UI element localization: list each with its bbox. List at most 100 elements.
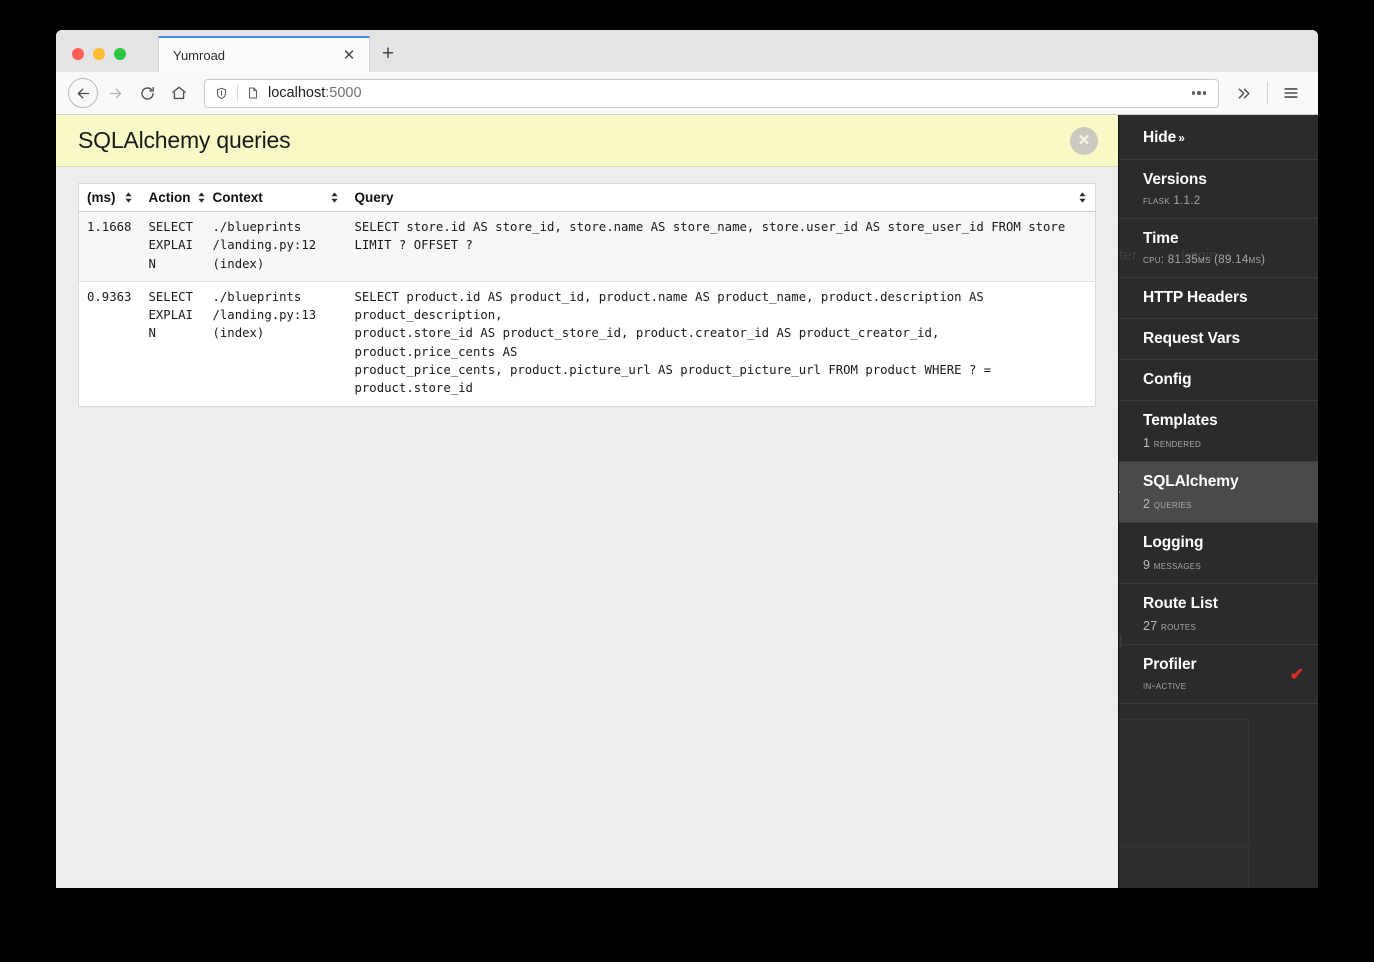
tab-title: Yumroad — [173, 47, 226, 63]
sidebar-item-label: Request Vars — [1143, 330, 1241, 347]
sidebar-item-count: 2 — [1143, 497, 1151, 511]
sidebar-item-label: Templates — [1143, 412, 1218, 429]
sidebar-item-label: Time — [1143, 230, 1179, 247]
checkmark-icon: ✔ — [1289, 664, 1304, 684]
sidebar-item-sqlalchemy[interactable]: SQLAlchemy 2 queries — [1119, 462, 1318, 523]
column-header-query[interactable]: Query — [346, 183, 1096, 212]
page-viewport: SQLAlchemy queries ✕ (ms) Action Context… — [56, 115, 1318, 888]
close-panel-button[interactable]: ✕ — [1070, 126, 1098, 155]
page-document-icon — [246, 86, 260, 100]
sort-toggle-icon[interactable] — [124, 192, 133, 203]
sidebar-item-label: Hide — [1143, 129, 1177, 146]
column-header-context[interactable]: Context — [204, 183, 347, 212]
cell-ms: 1.1668 — [78, 211, 141, 282]
column-header-ms[interactable]: (ms) — [78, 183, 141, 212]
column-label: Action — [148, 190, 191, 205]
toolbar-divider — [1267, 82, 1268, 104]
sidebar-item-unit: messages — [1153, 560, 1202, 572]
page-title: SQLAlchemy queries — [78, 127, 291, 153]
cell-action: SELECT EXPLAIN — [140, 211, 205, 282]
column-label: Query — [354, 190, 394, 205]
column-label: (ms) — [87, 190, 116, 205]
sidebar-item-sub: 9 messages — [1143, 558, 1304, 572]
browser-toolbar: localhost:5000 — [56, 72, 1318, 115]
sidebar-item-sub: Flask 1.1.2 — [1143, 195, 1201, 207]
forward-button[interactable] — [100, 78, 130, 108]
sidebar-item-sub: in-active — [1143, 680, 1187, 692]
minimize-window-button[interactable] — [93, 48, 105, 60]
cell-ms: 0.9363 — [78, 280, 141, 407]
reload-button[interactable] — [132, 78, 162, 108]
sidebar-item-sub: 1 rendered — [1143, 436, 1304, 450]
cell-context: ./blueprints /landing.py:13 (index) — [204, 280, 347, 407]
browser-tab-yumroad[interactable]: Yumroad ✕ — [158, 36, 370, 72]
home-button[interactable] — [164, 78, 194, 108]
sort-toggle-icon[interactable] — [197, 192, 206, 203]
close-icon: ✕ — [1077, 132, 1091, 149]
cell-action: SELECT EXPLAIN — [140, 280, 205, 407]
sidebar-item-templates[interactable]: Templates 1 rendered — [1119, 401, 1318, 462]
table-body: 1.1668 SELECT EXPLAIN ./blueprints /land… — [78, 211, 1096, 407]
column-label: Context — [212, 190, 263, 205]
sidebar-item-unit: rendered — [1153, 438, 1202, 450]
chevron-right-icon: » — [1178, 131, 1185, 145]
cell-query: SELECT store.id AS store_id, store.name … — [346, 211, 1096, 282]
window-traffic-lights — [72, 48, 126, 60]
sidebar-item-unit: queries — [1153, 499, 1192, 511]
sidebar-item-unit: routes — [1161, 621, 1197, 633]
close-window-button[interactable] — [72, 48, 84, 60]
underlying-page-card-bleed-1 — [1119, 719, 1249, 846]
back-button[interactable] — [68, 78, 98, 108]
url-port: :5000 — [325, 85, 362, 101]
sort-toggle-icon[interactable] — [330, 192, 339, 203]
sidebar-item-route-list[interactable]: Route List 27 routes — [1119, 584, 1318, 645]
sidebar-item-label: Config — [1143, 371, 1192, 388]
debug-panel-header: SQLAlchemy queries ✕ — [56, 115, 1118, 167]
column-header-action[interactable]: Action — [140, 183, 206, 212]
sidebar-item-config[interactable]: Config — [1119, 360, 1318, 401]
url-host: localhost — [268, 85, 326, 101]
sidebar-item-label: Versions — [1143, 171, 1207, 188]
table-row[interactable]: 0.9363 SELECT EXPLAIN ./blueprints /land… — [78, 280, 1096, 407]
sidebar-item-sub: 2 queries — [1143, 497, 1304, 511]
sidebar-item-label: Profiler — [1143, 656, 1197, 673]
table-head: (ms) Action Context Query — [78, 183, 1096, 212]
urlbar-divider — [237, 84, 238, 102]
underlying-page-card-bleed-2 — [1119, 847, 1249, 888]
browser-tab-strip: Yumroad ✕ + — [56, 30, 1318, 72]
sidebar-item-time[interactable]: Time CPU: 81.35ms (89.14ms) — [1119, 219, 1318, 278]
sidebar-item-count: 27 — [1143, 619, 1158, 633]
sidebar-item-label: Logging — [1143, 534, 1204, 551]
cell-query: SELECT product.id AS product_id, product… — [346, 280, 1096, 407]
sidebar-item-label: SQLAlchemy — [1143, 473, 1239, 490]
sidebar-item-hide[interactable]: Hide» — [1119, 115, 1318, 160]
hamburger-menu-icon[interactable] — [1276, 78, 1306, 108]
tab-close-icon[interactable]: ✕ — [339, 45, 359, 65]
sidebar-item-profiler[interactable]: Profiler in-active ✔ — [1119, 645, 1318, 704]
sidebar-item-versions[interactable]: Versions Flask 1.1.2 — [1119, 160, 1318, 219]
debug-panel-body: (ms) Action Context Query 1.1668 SELECT … — [56, 167, 1118, 407]
cell-context: ./blueprints /landing.py:12 (index) — [204, 211, 347, 282]
sidebar-item-label: HTTP Headers — [1143, 289, 1248, 306]
shield-icon — [214, 86, 229, 101]
address-bar[interactable]: localhost:5000 — [204, 78, 1219, 108]
sidebar-item-http-headers[interactable]: HTTP Headers — [1119, 278, 1318, 319]
sqlalchemy-queries-table: (ms) Action Context Query 1.1668 SELECT … — [78, 183, 1096, 407]
sidebar-item-label: Route List — [1143, 595, 1218, 612]
table-row[interactable]: 1.1668 SELECT EXPLAIN ./blueprints /land… — [78, 211, 1096, 282]
browser-window: Yumroad ✕ + localhost:5000 SQLAlchemy qu… — [56, 30, 1318, 888]
table-header-row: (ms) Action Context Query — [78, 183, 1096, 212]
sort-toggle-icon[interactable] — [1078, 192, 1087, 203]
sidebar-item-logging[interactable]: Logging 9 messages — [1119, 523, 1318, 584]
new-tab-button[interactable]: + — [370, 36, 406, 72]
sidebar-item-count: 9 — [1143, 558, 1151, 572]
page-actions-overflow-icon[interactable] — [1186, 82, 1212, 104]
toolbar-overflow-icon[interactable] — [1229, 78, 1259, 108]
sidebar-item-sub: CPU: 81.35ms (89.14ms) — [1143, 254, 1266, 266]
maximize-window-button[interactable] — [114, 48, 126, 60]
sidebar-item-count: 1 — [1143, 436, 1151, 450]
sidebar-item-request-vars[interactable]: Request Vars — [1119, 319, 1318, 360]
url-text: localhost:5000 — [268, 85, 1186, 101]
debug-toolbar-sidebar: RegisterLogin e, retrieve, and ur o Hide… — [1118, 115, 1318, 888]
sidebar-item-sub: 27 routes — [1143, 619, 1304, 633]
